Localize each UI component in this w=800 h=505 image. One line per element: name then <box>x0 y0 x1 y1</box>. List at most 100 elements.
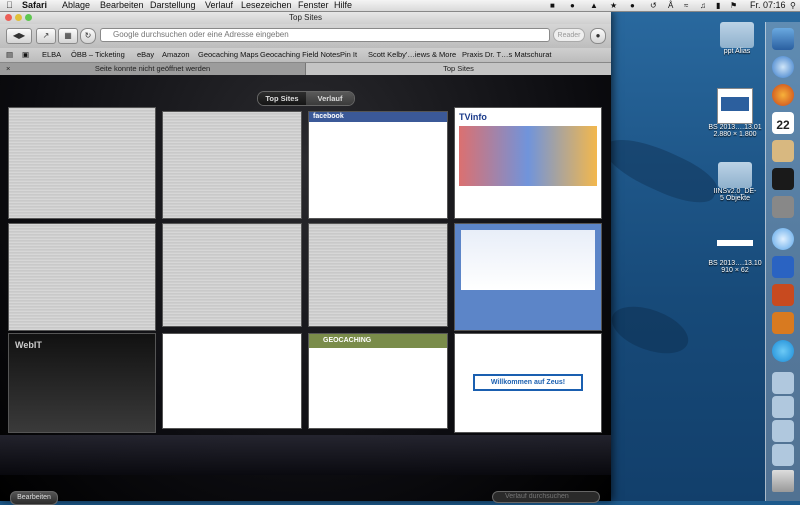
minimize-button[interactable] <box>15 14 22 21</box>
folder-icon[interactable] <box>772 420 794 442</box>
bookmark-item[interactable]: Praxis Dr. T…s Matschurat <box>462 48 551 62</box>
bookmark-item[interactable]: Pin It <box>340 48 357 62</box>
tab-close-icon[interactable]: × <box>6 63 10 75</box>
address-input[interactable] <box>100 28 550 42</box>
bookmark-item[interactable]: Amazon <box>162 48 190 62</box>
wallpaper-ray <box>605 297 695 363</box>
safari-icon[interactable] <box>772 56 794 78</box>
status-icon[interactable]: ● <box>630 0 635 11</box>
menu-fenster[interactable]: Fenster <box>298 0 329 11</box>
status-icon[interactable]: ● <box>570 0 575 11</box>
top-site-thumbnail[interactable] <box>162 333 302 429</box>
top-site-thumbnail[interactable] <box>8 107 156 219</box>
system-prefs-icon[interactable] <box>772 196 794 218</box>
trash-icon[interactable] <box>772 470 794 492</box>
tab-bar: × Seite konnte nicht geöffnet werden Top… <box>0 63 611 75</box>
share-icon: ↗ <box>42 31 50 40</box>
bookmark-item[interactable]: Geocaching Maps <box>198 48 258 62</box>
top-site-thumbnail[interactable] <box>308 223 448 327</box>
close-button[interactable] <box>5 14 12 21</box>
top-site-thumbnail-tvinfo[interactable]: TVinfo <box>454 107 602 219</box>
finder-icon[interactable] <box>772 28 794 50</box>
reflection-floor <box>0 435 611 475</box>
word-icon[interactable] <box>772 256 794 278</box>
edit-button[interactable]: Bearbeiten <box>10 491 58 505</box>
top-site-thumbnail[interactable] <box>8 223 156 331</box>
bluetooth-icon[interactable]: Å <box>668 0 673 11</box>
top-site-thumbnail[interactable] <box>162 223 302 327</box>
input-flag-icon[interactable]: ⚑ <box>730 0 737 11</box>
forward-icon[interactable]: ▶ <box>19 31 25 40</box>
top-site-thumbnail-facebook[interactable]: facebook <box>308 111 448 219</box>
top-site-thumbnail-zeus[interactable]: Willkommen auf Zeus! <box>454 333 602 433</box>
bookmark-item[interactable]: Scott Kelby'…iews & More <box>368 48 456 62</box>
menu-darstellung[interactable]: Darstellung <box>150 0 196 11</box>
history-search-input[interactable] <box>492 491 600 503</box>
menu-verlauf[interactable]: Verlauf <box>205 0 233 11</box>
menu-bar:  Safari Ablage Bearbeiten Darstellung V… <box>0 0 800 12</box>
clock[interactable]: Fr. 07:16 <box>750 0 786 11</box>
menu-ablage[interactable]: Ablage <box>62 0 90 11</box>
spotlight-icon[interactable]: ⚲ <box>790 0 796 11</box>
folder-icon[interactable] <box>772 396 794 418</box>
tabs-button[interactable]: ▦ <box>58 28 78 44</box>
bookmark-item[interactable]: ÖBB – Ticketing <box>71 48 125 62</box>
status-icon[interactable]: ■ <box>550 0 555 11</box>
notes-icon[interactable] <box>772 140 794 162</box>
back-forward-buttons[interactable]: ◀▶ <box>6 28 32 44</box>
image-icon <box>717 240 753 246</box>
terminal-icon[interactable] <box>772 168 794 190</box>
skype-icon[interactable] <box>772 340 794 362</box>
powerpoint-icon[interactable] <box>772 284 794 306</box>
desktop-icon-screenshot-2[interactable]: BS 2013….13.10 910 × 62 <box>705 230 765 274</box>
reload-button[interactable]: ↻ <box>80 28 96 44</box>
firefox-icon[interactable] <box>772 84 794 106</box>
share-button[interactable]: ↗ <box>36 28 56 44</box>
menu-hilfe[interactable]: Hilfe <box>334 0 352 11</box>
menu-lesezeichen[interactable]: Lesezeichen <box>241 0 292 11</box>
top-site-thumbnail-geocaching[interactable]: GEOCACHING <box>308 333 448 429</box>
status-area: ■ ● ▲ ★ ● ↺ Å ≈ ♫ ▮ ⚑ Fr. 07:16 ⚲ <box>550 0 800 11</box>
folder-icon[interactable] <box>772 372 794 394</box>
reader-button[interactable]: Reader <box>553 28 585 42</box>
safari-window: Top Sites ◀▶ ↗ ▦ ↻ Reader ● ▤ ▣ ELBA ÖBB… <box>0 11 611 505</box>
downloads-button[interactable]: ● <box>590 28 606 44</box>
dock: 22 <box>765 22 800 501</box>
image-icon <box>717 88 753 124</box>
tab-page-error[interactable]: × Seite konnte nicht geöffnet werden <box>0 63 306 75</box>
status-icon[interactable]: ★ <box>610 0 617 11</box>
top-site-thumbnail-webit[interactable]: WebIT <box>8 333 156 433</box>
app-icon[interactable] <box>772 312 794 334</box>
wifi-icon[interactable]: ≈ <box>684 0 688 11</box>
reload-icon: ↻ <box>84 31 92 40</box>
top-site-thumbnail[interactable] <box>162 111 302 219</box>
folder-icon <box>720 22 754 48</box>
segment-top-sites[interactable]: Top Sites <box>258 92 306 105</box>
desktop-icon-iins[interactable]: IINSv2.0_DE- 5 Objekte <box>705 162 765 202</box>
folder-icon[interactable] <box>772 444 794 466</box>
bookmark-item[interactable]: eBay <box>137 48 154 62</box>
menu-bearbeiten[interactable]: Bearbeiten <box>100 0 144 11</box>
desktop-icon-screenshot-1[interactable]: BS 2013….13.01 2.880 × 1.800 <box>705 88 765 138</box>
segment-history[interactable]: Verlauf <box>306 92 354 105</box>
zoom-button[interactable] <box>25 14 32 21</box>
bookmark-item[interactable]: Geocaching Field Notes <box>260 48 340 62</box>
status-icon[interactable]: ▲ <box>590 0 598 11</box>
battery-icon[interactable]: ▮ <box>716 0 720 11</box>
top-sites-view: Top Sites Verlauf facebook TVinfo WebIT … <box>0 75 611 505</box>
messages-icon[interactable] <box>772 228 794 250</box>
volume-icon[interactable]: ♫ <box>700 0 706 11</box>
apple-menu-icon[interactable]:  <box>6 0 13 11</box>
sidebar-icon[interactable]: ▣ <box>22 48 29 62</box>
top-site-thumbnail-news[interactable] <box>454 223 602 331</box>
bookmarks-bar: ▤ ▣ ELBA ÖBB – Ticketing eBay Amazon Geo… <box>0 48 611 63</box>
reading-list-icon[interactable]: ▤ <box>6 48 13 62</box>
timemachine-icon[interactable]: ↺ <box>650 0 657 11</box>
tab-top-sites[interactable]: Top Sites <box>306 63 611 75</box>
menu-app[interactable]: Safari <box>22 0 47 11</box>
calendar-icon[interactable]: 22 <box>772 112 794 134</box>
wallpaper-shark <box>597 126 723 214</box>
desktop-icon-ppt-alias[interactable]: ppt Alias <box>712 22 762 55</box>
bookmark-item[interactable]: ELBA <box>42 48 61 62</box>
title-bar: Top Sites <box>0 11 611 24</box>
